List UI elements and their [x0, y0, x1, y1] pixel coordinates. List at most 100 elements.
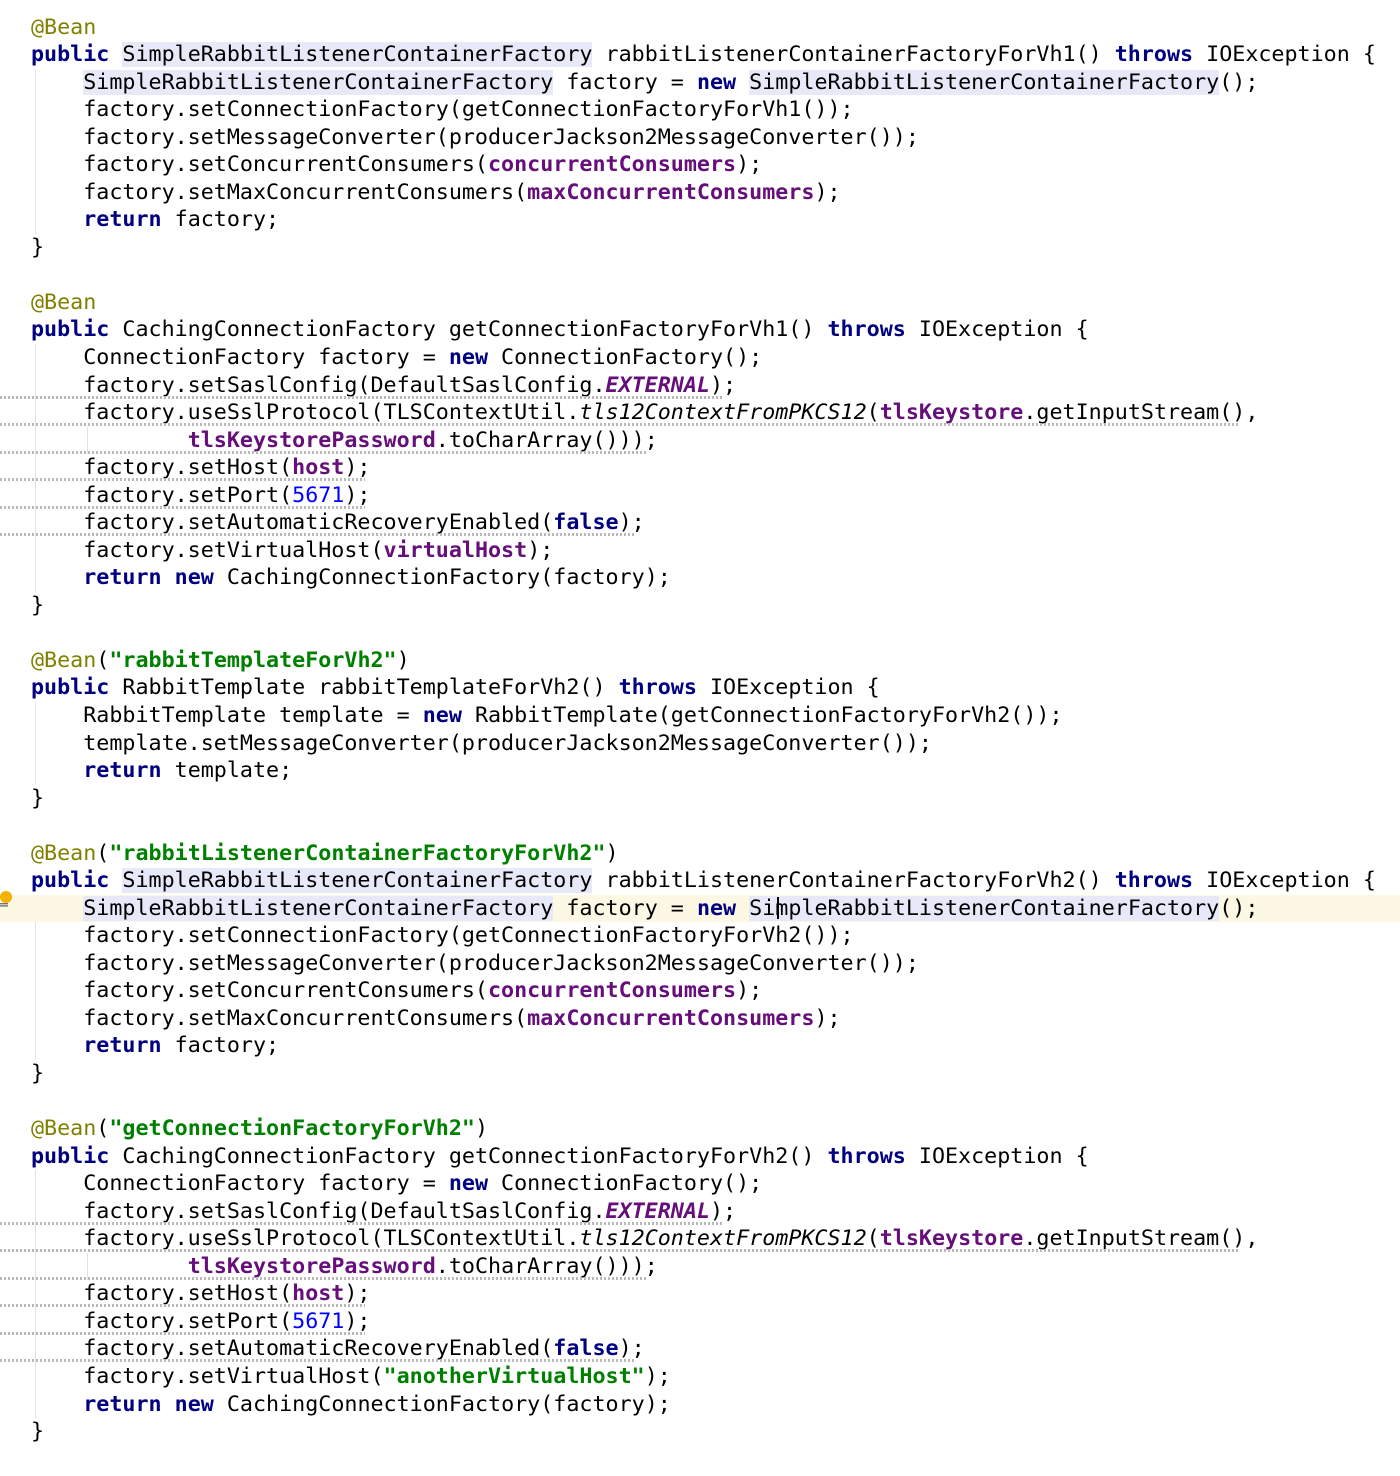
code-line[interactable]: factory.setConnectionFactory(getConnecti…: [0, 96, 1400, 124]
code-line[interactable]: [0, 619, 1400, 647]
code-token: (: [96, 1116, 110, 1142]
code-line[interactable]: factory.setMaxConcurrentConsumers(maxCon…: [0, 1005, 1400, 1033]
code-line[interactable]: return factory;: [0, 1032, 1400, 1060]
code-line[interactable]: @Bean("rabbitTemplateForVh2"): [0, 647, 1400, 675]
code-token: );: [814, 1005, 841, 1031]
code-token: public: [31, 317, 110, 343]
code-line[interactable]: factory.setSaslConfig(DefaultSaslConfig.…: [0, 372, 1400, 400]
code-line[interactable]: public SimpleRabbitListenerContainerFact…: [0, 867, 1400, 895]
code-line[interactable]: public SimpleRabbitListenerContainerFact…: [0, 41, 1400, 69]
code-token: concurrentConsumers: [488, 152, 737, 178]
code-line[interactable]: factory.setVirtualHost("anotherVirtualHo…: [0, 1363, 1400, 1391]
code-token: return: [83, 565, 162, 591]
code-token: maxConcurrentConsumers: [527, 179, 815, 205]
code-line[interactable]: factory.setConcurrentConsumers(concurren…: [0, 151, 1400, 179]
code-token: );: [618, 1336, 645, 1362]
code-line[interactable]: factory.setPort(5671);: [0, 1308, 1400, 1336]
code-line[interactable]: }: [0, 785, 1400, 813]
code-line[interactable]: return factory;: [0, 206, 1400, 234]
code-line[interactable]: public RabbitTemplate rabbitTemplateForV…: [0, 674, 1400, 702]
code-line[interactable]: return new CachingConnectionFactory(fact…: [0, 1391, 1400, 1419]
code-line[interactable]: @Bean("getConnectionFactoryForVh2"): [0, 1115, 1400, 1143]
code-line[interactable]: factory.setPort(5671);: [0, 482, 1400, 510]
code-line[interactable]: public CachingConnectionFactory getConne…: [0, 1143, 1400, 1171]
code-line[interactable]: template.setMessageConverter(producerJac…: [0, 730, 1400, 758]
code-text: factory.setVirtualHost("anotherVirtualHo…: [31, 1363, 671, 1391]
code-token: new: [696, 895, 737, 921]
code-line[interactable]: }: [0, 1418, 1400, 1446]
code-token: @Bean: [31, 647, 97, 673]
code-token: ConnectionFactory();: [488, 344, 763, 370]
code-line[interactable]: factory.setVirtualHost(virtualHost);: [0, 537, 1400, 565]
code-line[interactable]: factory.setAutomaticRecoveryEnabled(fals…: [0, 509, 1400, 537]
code-line[interactable]: ConnectionFactory factory = new Connecti…: [0, 344, 1400, 372]
code-token: RabbitTemplate rabbitTemplateForVh2(): [109, 675, 619, 701]
code-line[interactable]: factory.setConcurrentConsumers(concurren…: [0, 977, 1400, 1005]
code-token: IOException {: [1193, 42, 1376, 68]
code-token: new: [174, 1391, 214, 1417]
code-line[interactable]: factory.useSslProtocol(TLSContextUtil.tl…: [0, 399, 1400, 427]
code-line[interactable]: SimpleRabbitListenerContainerFactory fac…: [0, 894, 1400, 923]
code-line[interactable]: factory.setMessageConverter(producerJack…: [0, 124, 1400, 152]
code-text: public RabbitTemplate rabbitTemplateForV…: [31, 674, 880, 702]
code-token: factory.setPort(: [31, 1308, 293, 1334]
code-token: tlsKeystorePassword: [187, 427, 436, 453]
code-token: factory.useSslProtocol(TLSContextUtil.: [31, 400, 580, 426]
code-token: virtualHost: [383, 537, 528, 563]
lightbulb-icon[interactable]: [0, 891, 14, 907]
code-text: }: [31, 785, 44, 813]
code-token: );: [527, 537, 554, 563]
code-text: factory.setMessageConverter(producerJack…: [31, 124, 919, 152]
code-editor[interactable]: @Bean public SimpleRabbitListenerContaine…: [0, 0, 1400, 1476]
code-token: CachingConnectionFactory(factory);: [213, 565, 671, 591]
text-caret: [777, 897, 779, 919]
code-token: public: [31, 1143, 110, 1169]
code-token: SimpleRabbitListenerContainerFactory: [749, 895, 1220, 921]
code-token: factory.setVirtualHost(: [31, 537, 384, 563]
code-token: @Bean: [31, 14, 97, 40]
code-token: .toCharArray()));: [435, 1253, 658, 1279]
code-token: new: [174, 565, 214, 591]
code-line[interactable]: public CachingConnectionFactory getConne…: [0, 316, 1400, 344]
code-line[interactable]: @Bean("rabbitListenerContainerFactoryFor…: [0, 840, 1400, 868]
code-token: return: [83, 1391, 162, 1417]
code-line[interactable]: factory.setHost(host);: [0, 1280, 1400, 1308]
code-line[interactable]: [0, 812, 1400, 840]
code-line[interactable]: factory.setHost(host);: [0, 454, 1400, 482]
code-line[interactable]: @Bean: [0, 14, 1400, 42]
code-line[interactable]: SimpleRabbitListenerContainerFactory fac…: [0, 69, 1400, 97]
code-line[interactable]: factory.useSslProtocol(TLSContextUtil.tl…: [0, 1225, 1400, 1253]
code-line[interactable]: return template;: [0, 757, 1400, 785]
code-line[interactable]: return new CachingConnectionFactory(fact…: [0, 564, 1400, 592]
code-line[interactable]: factory.setMessageConverter(producerJack…: [0, 950, 1400, 978]
code-token: ConnectionFactory factory =: [31, 344, 449, 370]
code-line[interactable]: factory.setMaxConcurrentConsumers(maxCon…: [0, 179, 1400, 207]
code-line[interactable]: [0, 261, 1400, 289]
code-token: factory.setPort(: [31, 482, 293, 508]
code-token: "getConnectionFactoryForVh2": [109, 1116, 475, 1142]
code-line[interactable]: factory.setAutomaticRecoveryEnabled(fals…: [0, 1335, 1400, 1363]
code-token: IOException {: [696, 675, 880, 701]
code-line[interactable]: }: [0, 1060, 1400, 1088]
code-text: SimpleRabbitListenerContainerFactory fac…: [31, 69, 1258, 97]
code-line[interactable]: ConnectionFactory factory = new Connecti…: [0, 1170, 1400, 1198]
code-token: factory.setAutomaticRecoveryEnabled(: [31, 510, 554, 536]
code-line[interactable]: tlsKeystorePassword.toCharArray()));: [0, 1253, 1400, 1281]
code-text: RabbitTemplate template = new RabbitTemp…: [31, 702, 1062, 730]
code-token: }: [31, 1419, 45, 1445]
code-line[interactable]: tlsKeystorePassword.toCharArray()));: [0, 427, 1400, 455]
code-line[interactable]: }: [0, 592, 1400, 620]
code-token: );: [709, 372, 737, 398]
warning-underline: [0, 1304, 365, 1308]
code-line[interactable]: @Bean: [0, 289, 1400, 317]
code-line[interactable]: [0, 1088, 1400, 1116]
code-line[interactable]: factory.setSaslConfig(DefaultSaslConfig.…: [0, 1198, 1400, 1226]
code-line[interactable]: factory.setConnectionFactory(getConnecti…: [0, 922, 1400, 950]
code-line[interactable]: }: [0, 234, 1400, 262]
code-line[interactable]: RabbitTemplate template = new RabbitTemp…: [0, 702, 1400, 730]
code-token: factory =: [553, 69, 697, 95]
